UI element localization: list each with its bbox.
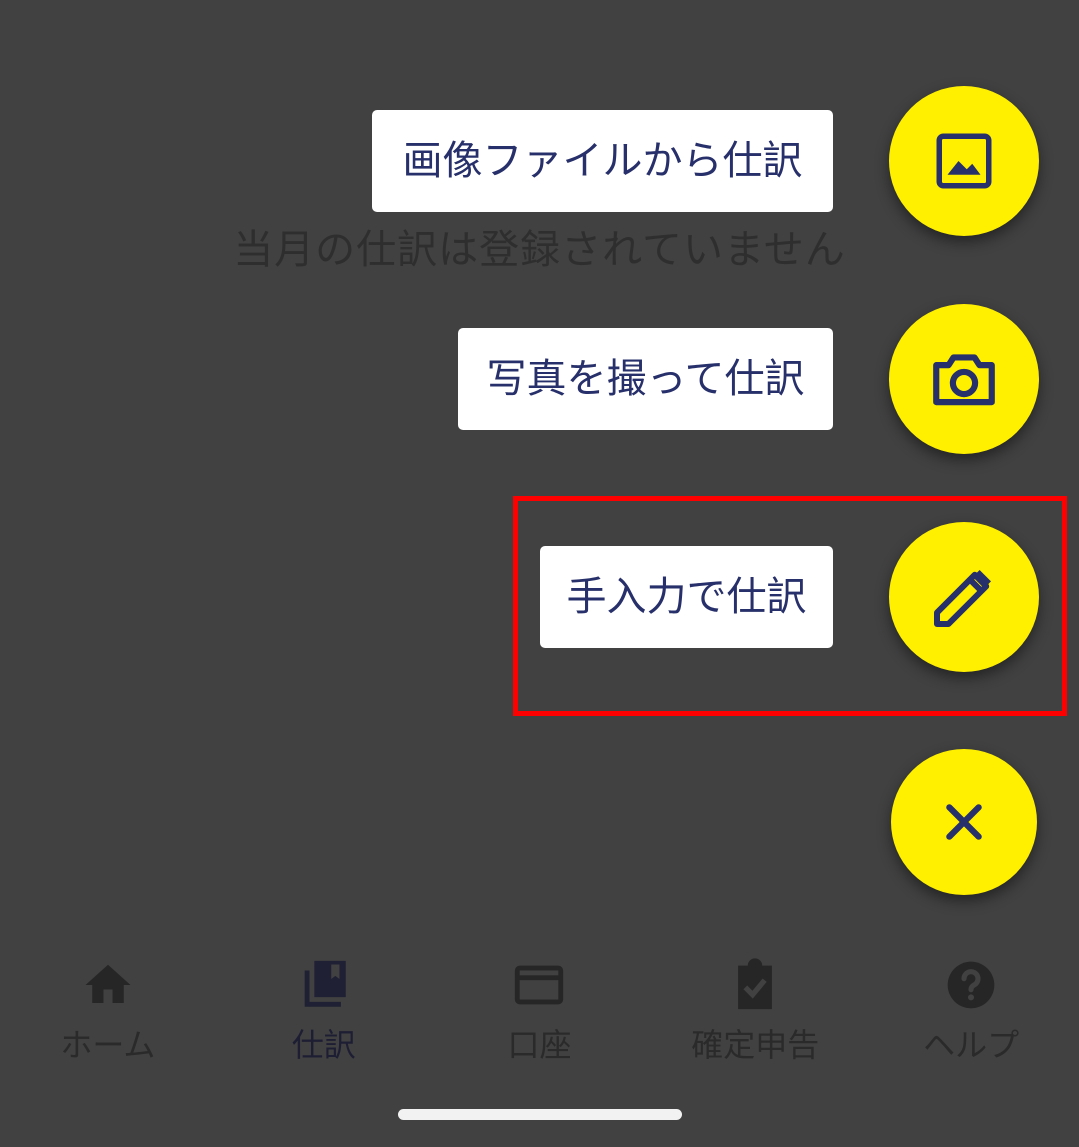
nav-item-account[interactable]: 口座 xyxy=(432,955,648,1075)
journal-icon xyxy=(304,960,346,1007)
help-icon xyxy=(947,961,995,1009)
home-icon xyxy=(85,964,131,1003)
home-indicator xyxy=(398,1109,682,1120)
pencil-icon xyxy=(934,570,991,627)
camera-journal-label[interactable]: 写真を撮って仕訳 xyxy=(458,328,833,430)
manual-journal-label[interactable]: 手入力で仕訳 xyxy=(540,546,833,648)
bottom-navigation: ホーム 仕訳 口座 確定申告 ヘルプ xyxy=(0,955,1079,1075)
nav-label-tax-return: 確定申告 xyxy=(691,1026,820,1064)
camera-icon xyxy=(933,354,995,406)
image-file-journal-button[interactable] xyxy=(889,86,1039,236)
nav-item-tax-return[interactable]: 確定申告 xyxy=(647,955,863,1075)
close-fab-button[interactable] xyxy=(891,749,1037,895)
nav-item-journal[interactable]: 仕訳 xyxy=(216,955,432,1075)
manual-journal-button[interactable] xyxy=(889,522,1039,672)
nav-item-help[interactable]: ヘルプ xyxy=(863,955,1079,1075)
credit-card-icon xyxy=(515,965,564,1005)
nav-label-journal: 仕訳 xyxy=(291,1026,356,1064)
close-icon xyxy=(946,804,982,840)
image-icon xyxy=(936,133,992,189)
image-file-journal-label[interactable]: 画像ファイルから仕訳 xyxy=(372,110,833,212)
nav-label-account: 口座 xyxy=(507,1026,572,1064)
nav-label-home: ホーム xyxy=(60,1026,156,1064)
empty-message: 当月の仕訳は登録されていません xyxy=(233,227,846,273)
nav-label-help: ヘルプ xyxy=(923,1026,1020,1064)
nav-item-home[interactable]: ホーム xyxy=(0,955,216,1075)
camera-journal-button[interactable] xyxy=(889,304,1039,454)
clipboard-check-icon xyxy=(738,958,773,1010)
